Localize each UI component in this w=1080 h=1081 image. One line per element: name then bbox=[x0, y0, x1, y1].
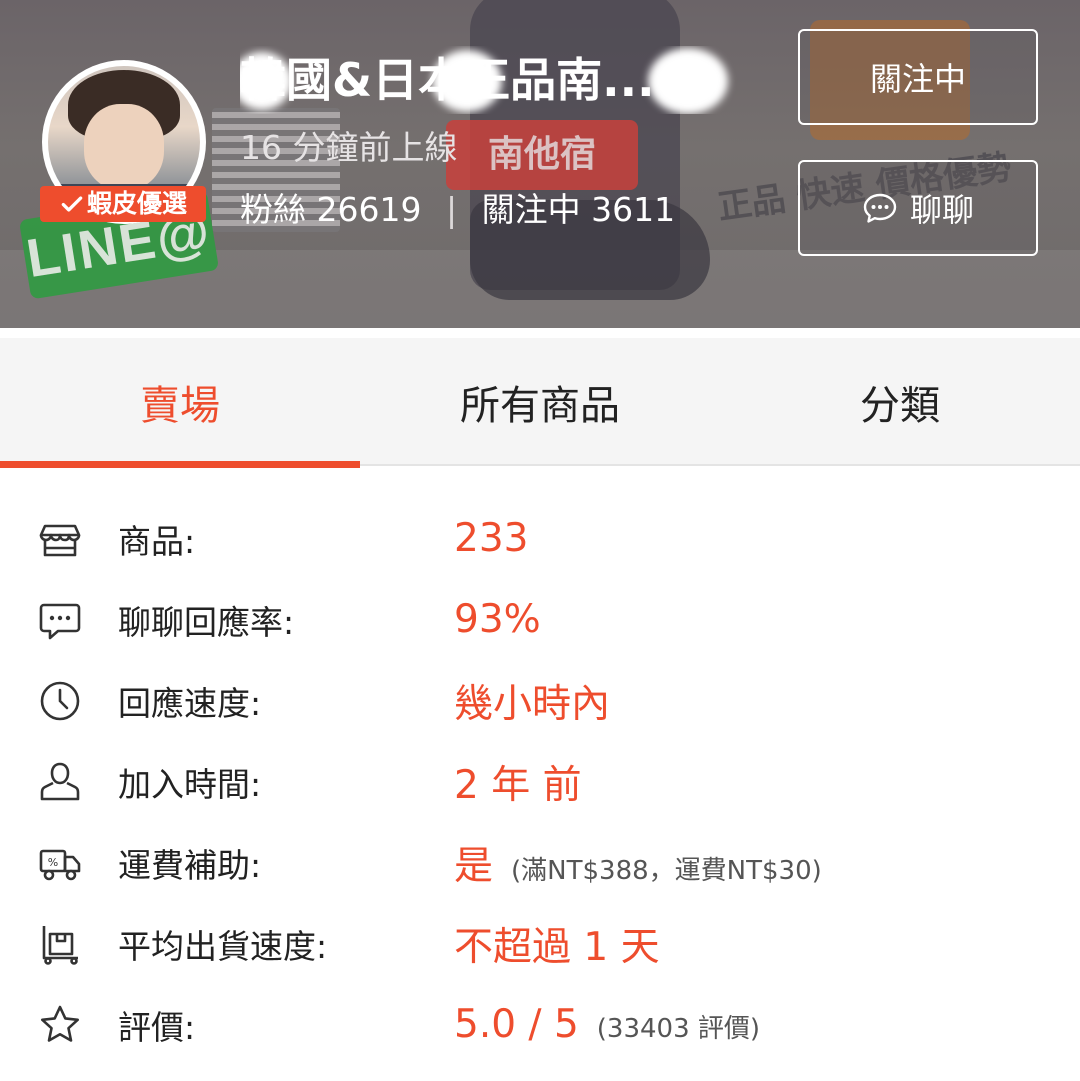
info-row-rating[interactable]: 評價: 5.0 / 5 (33403 評價) bbox=[0, 984, 1080, 1065]
info-label: 回應速度: bbox=[118, 683, 262, 723]
chat-button-label: 聊聊 bbox=[909, 191, 974, 229]
follow-button-label: 關注中 bbox=[869, 60, 966, 98]
info-value-text: 是 bbox=[454, 843, 494, 889]
info-value: 不超過 1 天 bbox=[454, 916, 660, 972]
info-row-shipping-speed: 平均出貨速度: 不超過 1 天 bbox=[0, 903, 1080, 984]
info-value: 幾小時內 bbox=[454, 673, 610, 729]
info-row-shipping-subsidy: % 運費補助: 是 (滿NT$388，運費NT$30) bbox=[0, 822, 1080, 903]
following-label: 關注中 bbox=[481, 190, 581, 229]
redaction-blob bbox=[432, 50, 502, 112]
svg-text:%: % bbox=[48, 856, 58, 869]
info-value: 5.0 / 5 (33403 評價) bbox=[454, 1002, 760, 1047]
info-value-text: 幾小時內 bbox=[454, 681, 611, 727]
info-value-text: 不超過 1 天 bbox=[454, 924, 660, 970]
tab-all-products[interactable]: 所有商品 bbox=[360, 338, 720, 466]
info-value-text: 5.0 / 5 bbox=[454, 1002, 579, 1047]
chat-bubble-icon bbox=[38, 598, 82, 642]
chat-icon bbox=[863, 193, 897, 223]
info-value-text: 93% bbox=[454, 597, 541, 642]
star-icon bbox=[38, 1003, 82, 1047]
bg-red-sign: 南他宿 bbox=[446, 120, 638, 190]
online-status: 16 分鐘前上線 bbox=[240, 128, 458, 167]
info-row-products: 商品: 233 bbox=[0, 498, 1080, 579]
clock-icon bbox=[38, 679, 82, 723]
check-icon bbox=[61, 196, 83, 212]
badge-label: 蝦皮優選 bbox=[86, 189, 187, 218]
info-label: 運費補助: bbox=[118, 845, 262, 885]
info-row-chat-response-rate: 聊聊回應率: 93% bbox=[0, 579, 1080, 660]
avatar-face bbox=[84, 104, 164, 190]
preferred-seller-badge: 蝦皮優選 bbox=[40, 186, 206, 222]
info-note: (33403 評價) bbox=[596, 1014, 761, 1044]
info-label: 平均出貨速度: bbox=[118, 926, 328, 966]
info-value: 233 bbox=[454, 516, 528, 561]
followers-count[interactable]: 26619 bbox=[317, 190, 422, 229]
shop-header: LINE@ 南他宿 正品 快速 價格優勢 蝦皮優選 韓國&日本正品南... 16… bbox=[0, 0, 1080, 328]
tab-shop-home[interactable]: 賣場 bbox=[0, 338, 360, 468]
info-value: 93% bbox=[454, 597, 541, 642]
following-count[interactable]: 3611 bbox=[591, 190, 675, 229]
redaction-blob bbox=[648, 48, 728, 114]
tab-categories[interactable]: 分類 bbox=[720, 338, 1080, 466]
info-row-joined: 加入時間: 2 年 前 bbox=[0, 741, 1080, 822]
info-label: 商品: bbox=[118, 521, 196, 561]
user-icon bbox=[38, 760, 82, 804]
store-icon bbox=[38, 517, 82, 561]
info-label: 聊聊回應率: bbox=[118, 602, 295, 642]
info-note: (滿NT$388，運費NT$30) bbox=[511, 855, 822, 886]
info-value-text: 233 bbox=[454, 516, 529, 561]
shipping-truck-icon: % bbox=[38, 841, 82, 885]
info-row-response-speed: 回應速度: 幾小時內 bbox=[0, 660, 1080, 741]
follow-button[interactable]: 關注中 bbox=[798, 29, 1038, 125]
info-value-text: 2 年 前 bbox=[454, 762, 582, 808]
info-label: 評價: bbox=[118, 1007, 196, 1047]
shop-tabs: 賣場 所有商品 分類 bbox=[0, 338, 1080, 468]
info-value: 2 年 前 bbox=[454, 754, 582, 810]
follow-stats: 粉絲 26619 | 關注中 3611 bbox=[240, 186, 675, 234]
shop-info-list: 商品: 233 聊聊回應率: 93% 回應速度: 幾小時內 加入時間: 2 年 … bbox=[0, 498, 1080, 1065]
stats-separator: | bbox=[445, 190, 458, 229]
info-label: 加入時間: bbox=[118, 764, 262, 804]
shop-name: 韓國&日本正品南... bbox=[240, 46, 770, 114]
package-icon bbox=[38, 922, 82, 966]
chat-button[interactable]: 聊聊 bbox=[798, 160, 1038, 256]
info-value: 是 (滿NT$388，運費NT$30) bbox=[454, 835, 822, 891]
followers-label: 粉絲 bbox=[240, 190, 306, 229]
